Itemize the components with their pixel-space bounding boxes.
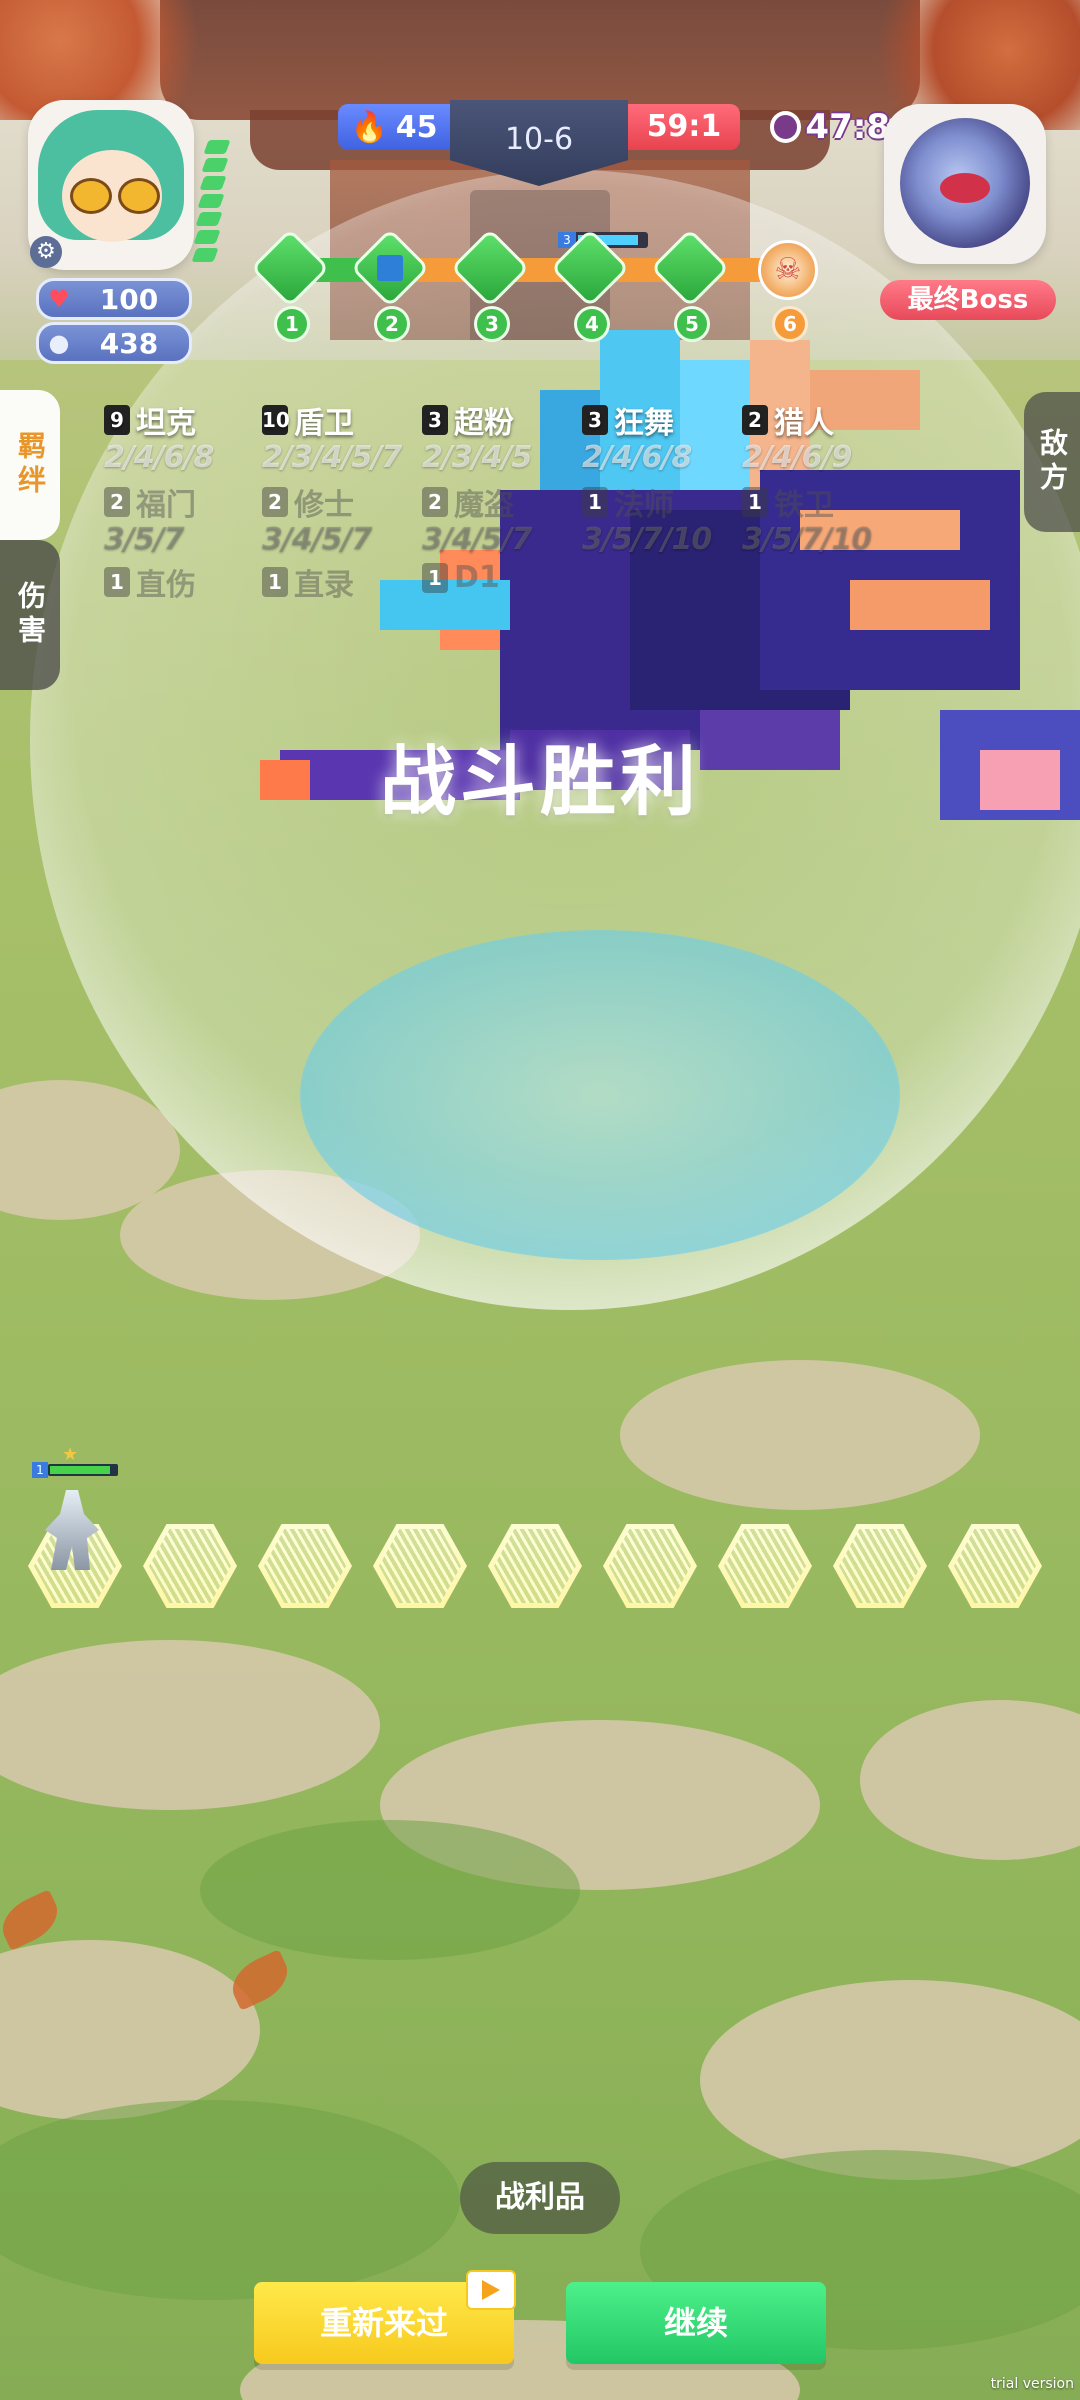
- synergy-item[interactable]: 3 狂舞 2/4/6/8: [582, 398, 752, 475]
- clock-icon: [770, 111, 802, 143]
- unit-hp-bar: [48, 1464, 118, 1476]
- synergy-levels: 3/5/7: [104, 522, 185, 557]
- player-coins-pill: ● 438: [36, 322, 192, 364]
- stage-node-number: 6: [772, 306, 808, 342]
- synergy-levels: 3/5/7/10: [742, 522, 872, 557]
- flame-icon: 🔥: [350, 109, 388, 145]
- boss-jaw: [850, 580, 990, 630]
- player-unit[interactable]: ★ 1: [32, 1444, 118, 1570]
- synergy-name: 直录: [294, 568, 354, 603]
- continue-button[interactable]: 继续: [566, 2282, 826, 2364]
- boss-avatar-frame[interactable]: [884, 104, 1046, 264]
- synergy-name: 魔盗: [454, 488, 514, 523]
- gear-icon[interactable]: ⚙: [30, 236, 62, 268]
- energy-segment: [199, 176, 227, 190]
- trial-watermark: trial version: [990, 2376, 1074, 2392]
- synergy-name: 狂舞: [614, 406, 674, 441]
- synergy-name: 盾卫: [294, 406, 354, 441]
- score-value: 59:1: [628, 104, 740, 150]
- synergy-count: 2: [104, 487, 130, 517]
- synergy-item[interactable]: 2 魔盗 3/4/5/7: [422, 480, 592, 557]
- synergy-count: 1: [422, 562, 448, 593]
- unit-level-badge: 1: [32, 1462, 48, 1478]
- star-icon: ★: [62, 1444, 79, 1465]
- stage-node-number: 5: [674, 306, 710, 342]
- skull-icon[interactable]: ☠: [758, 240, 818, 300]
- synergy-levels: 2/3/4/5/7: [262, 440, 402, 475]
- coin-stack-icon: ●: [48, 329, 70, 357]
- synergy-count: 1: [742, 487, 768, 517]
- synergy-count: 1: [262, 567, 288, 597]
- energy-segment: [195, 212, 223, 226]
- grass-patch: [200, 1820, 580, 1960]
- synergy-name: 福门: [136, 488, 196, 523]
- synergy-item[interactable]: 10 盾卫 2/3/4/5/7: [262, 398, 432, 475]
- synergy-count: 1: [104, 567, 130, 597]
- heart-icon: ♥: [48, 285, 70, 313]
- synergy-count: 3: [582, 405, 608, 435]
- stage-node-number: 2: [374, 306, 410, 342]
- boss-avatar: [900, 118, 1030, 248]
- synergy-item[interactable]: 1 法师 3/5/7/10: [582, 480, 752, 557]
- synergy-count: 9: [104, 405, 130, 435]
- synergy-count: 2: [262, 487, 288, 517]
- tab-damage[interactable]: 伤害: [0, 540, 60, 690]
- synergy-item[interactable]: 1 铁卫 3/5/7/10: [742, 480, 912, 557]
- synergy-levels: 2/4/6/8: [582, 440, 692, 475]
- synergy-name: 坦克: [136, 406, 196, 441]
- synergy-name: 法师: [614, 488, 674, 523]
- synergy-count: 10: [262, 405, 290, 435]
- energy-segment: [197, 194, 225, 208]
- book-icon: [377, 255, 403, 281]
- stage-node-number: 4: [574, 306, 610, 342]
- stone: [620, 1360, 980, 1510]
- player-hp-pill: ♥ 100: [36, 278, 192, 320]
- synergy-item[interactable]: 1 直录: [262, 560, 432, 604]
- synergy-item[interactable]: 3 超粉 2/3/4/5: [422, 398, 592, 475]
- loot-button[interactable]: 战利品: [460, 2162, 620, 2234]
- avatar-glasses: [118, 178, 160, 214]
- synergy-count: 2: [422, 487, 448, 517]
- synergy-item[interactable]: 9 坦克 2/4/6/8: [104, 398, 274, 475]
- player-coins-value: 438: [99, 326, 159, 360]
- gold-value: 45: [395, 109, 438, 145]
- synergy-name: 修士: [294, 488, 354, 523]
- player-hp-value: 100: [99, 282, 159, 316]
- gold-pill: 🔥 45: [338, 104, 450, 150]
- timer-value: 47:8: [805, 107, 890, 147]
- synergy-levels: 2/4/6/9: [742, 440, 852, 475]
- synergy-name: 铁卫: [774, 488, 834, 523]
- energy-meter: [191, 140, 231, 270]
- synergy-name: 超粉: [454, 406, 514, 441]
- tab-bond[interactable]: 羁绊: [0, 390, 60, 540]
- synergy-levels: 2/3/4/5: [422, 440, 532, 475]
- video-ad-icon: [466, 2270, 516, 2310]
- battle-timer: 47:8: [770, 104, 890, 150]
- stage-node-number: 3: [474, 306, 510, 342]
- synergy-item[interactable]: 1 D1: [422, 560, 592, 595]
- avatar-glasses: [70, 178, 112, 214]
- synergy-levels: 2/4/6/8: [104, 440, 214, 475]
- synergy-item[interactable]: 2 猎人 2/4/6/9: [742, 398, 912, 475]
- synergy-item[interactable]: 2 福门 3/5/7: [104, 480, 274, 557]
- final-boss-label: 最终Boss: [880, 280, 1056, 320]
- synergy-name: 猎人: [774, 406, 834, 441]
- battle-victory-text: 战斗胜利: [380, 737, 700, 826]
- synergy-name: D1: [454, 560, 500, 595]
- synergy-levels: 3/5/7/10: [582, 522, 712, 557]
- synergy-levels: 3/4/5/7: [262, 522, 372, 557]
- energy-segment: [191, 248, 219, 262]
- synergy-count: 1: [582, 487, 608, 517]
- synergy-count: 2: [742, 405, 768, 435]
- tab-enemy[interactable]: 敌方: [1024, 392, 1080, 532]
- unit-sprite: [45, 1490, 99, 1570]
- synergy-count: 3: [422, 405, 448, 435]
- energy-segment: [193, 230, 221, 244]
- synergy-item[interactable]: 2 修士 3/4/5/7: [262, 480, 432, 557]
- synergy-levels: 3/4/5/7: [422, 522, 532, 557]
- synergy-name: 直伤: [136, 568, 196, 603]
- synergy-item[interactable]: 1 直伤: [104, 560, 274, 604]
- stage-node-number: 1: [274, 306, 310, 342]
- energy-segment: [201, 158, 229, 172]
